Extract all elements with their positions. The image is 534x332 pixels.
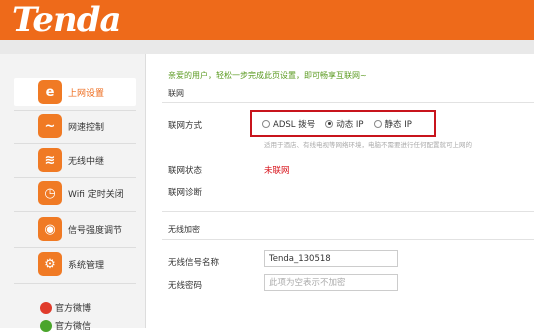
wireless-icon: ≋ (38, 148, 62, 172)
section-divider (162, 239, 534, 240)
radio-label: 静态 IP (384, 119, 412, 130)
sidebar-item-system-management[interactable]: ⚙ 系统管理 (14, 250, 136, 278)
sidebar-item-label: 信号强度调节 (68, 225, 123, 236)
wechat-icon (40, 319, 52, 332)
sidebar-divider (14, 247, 136, 248)
password-label: 无线密码 (168, 281, 203, 291)
weibo-label: 官方微博 (55, 304, 92, 314)
gear-icon: ⚙ (38, 252, 62, 276)
radio-dynamic-ip[interactable]: 动态 IP (325, 118, 364, 130)
radio-label: ADSL 拨号 (273, 119, 316, 130)
radio-button[interactable] (262, 119, 270, 128)
sidebar-divider (14, 110, 136, 111)
sidebar-divider (14, 177, 136, 178)
timer-icon: ◷ (38, 181, 62, 205)
sidebar-divider (14, 211, 136, 212)
network-section-title: 联网 (168, 89, 184, 98)
sidebar-item-signal-strength[interactable]: ◉ 信号强度调节 (14, 215, 136, 243)
radio-button[interactable] (373, 119, 382, 128)
wechat-label: 官方微信 (55, 322, 92, 332)
wechat-link[interactable]: 官方微信 (40, 319, 91, 332)
sidebar-item-label: Wifi 定时关闭 (68, 189, 124, 200)
sidebar-divider (14, 283, 136, 284)
status-value: 未联网 (264, 166, 290, 176)
signal-icon: ◉ (38, 217, 62, 241)
sidebar-item-speed-control[interactable]: ~ 网速控制 (14, 112, 136, 140)
status-label: 联网状态 (168, 166, 203, 176)
sidebar-item-wireless-relay[interactable]: ≋ 无线中继 (14, 146, 136, 174)
radio-label: 动态 IP (336, 119, 364, 130)
welcome-message: 亲爱的用户，轻松一步完成此页设置，即可畅享互联网~ (168, 71, 367, 80)
main-content: 亲爱的用户，轻松一步完成此页设置，即可畅享互联网~ 联网 联网方式 ADSL 拨… (146, 54, 534, 328)
password-input[interactable] (264, 274, 398, 291)
sidebar-item-label: 无线中继 (68, 156, 105, 167)
radio-adsl[interactable]: ADSL 拨号 (262, 118, 315, 130)
sidebar-item-label: 网速控制 (68, 122, 105, 133)
header-bar: Tenda (0, 0, 534, 40)
connection-hint: 适用于酒店、有线电视等网络环境，电脑不需要进行任何配置就可上网的 (264, 141, 472, 149)
weibo-icon (40, 301, 52, 314)
radio-button-checked[interactable] (325, 119, 334, 128)
connection-type-label: 联网方式 (168, 121, 203, 131)
sidebar-item-internet-settings[interactable]: e 上网设置 (14, 78, 136, 106)
sidebar-item-wifi-timer[interactable]: ◷ Wifi 定时关闭 (14, 179, 136, 207)
ssid-input[interactable] (264, 250, 398, 267)
sidebar-divider (14, 143, 136, 144)
sidebar-item-label: 上网设置 (68, 88, 105, 99)
weibo-link[interactable]: 官方微博 (40, 301, 91, 314)
radio-static-ip[interactable]: 静态 IP (373, 118, 412, 130)
sidebar: e 上网设置 ~ 网速控制 ≋ 无线中继 ◷ Wifi 定时关闭 ◉ 信号强度调… (0, 54, 146, 332)
ssid-label: 无线信号名称 (168, 258, 220, 268)
diagnosis-label: 联网诊断 (168, 188, 203, 198)
sidebar-item-label: 系统管理 (68, 260, 105, 271)
sub-header-bar (0, 40, 534, 54)
wireless-section-title: 无线加密 (168, 225, 200, 234)
e-icon: e (38, 80, 62, 104)
tenda-logo: Tenda (12, 0, 122, 40)
waveform-icon: ~ (38, 114, 62, 138)
section-divider (162, 102, 534, 103)
section-divider (162, 211, 534, 212)
connection-type-options: ADSL 拨号 动态 IP 静态 IP (250, 110, 436, 137)
